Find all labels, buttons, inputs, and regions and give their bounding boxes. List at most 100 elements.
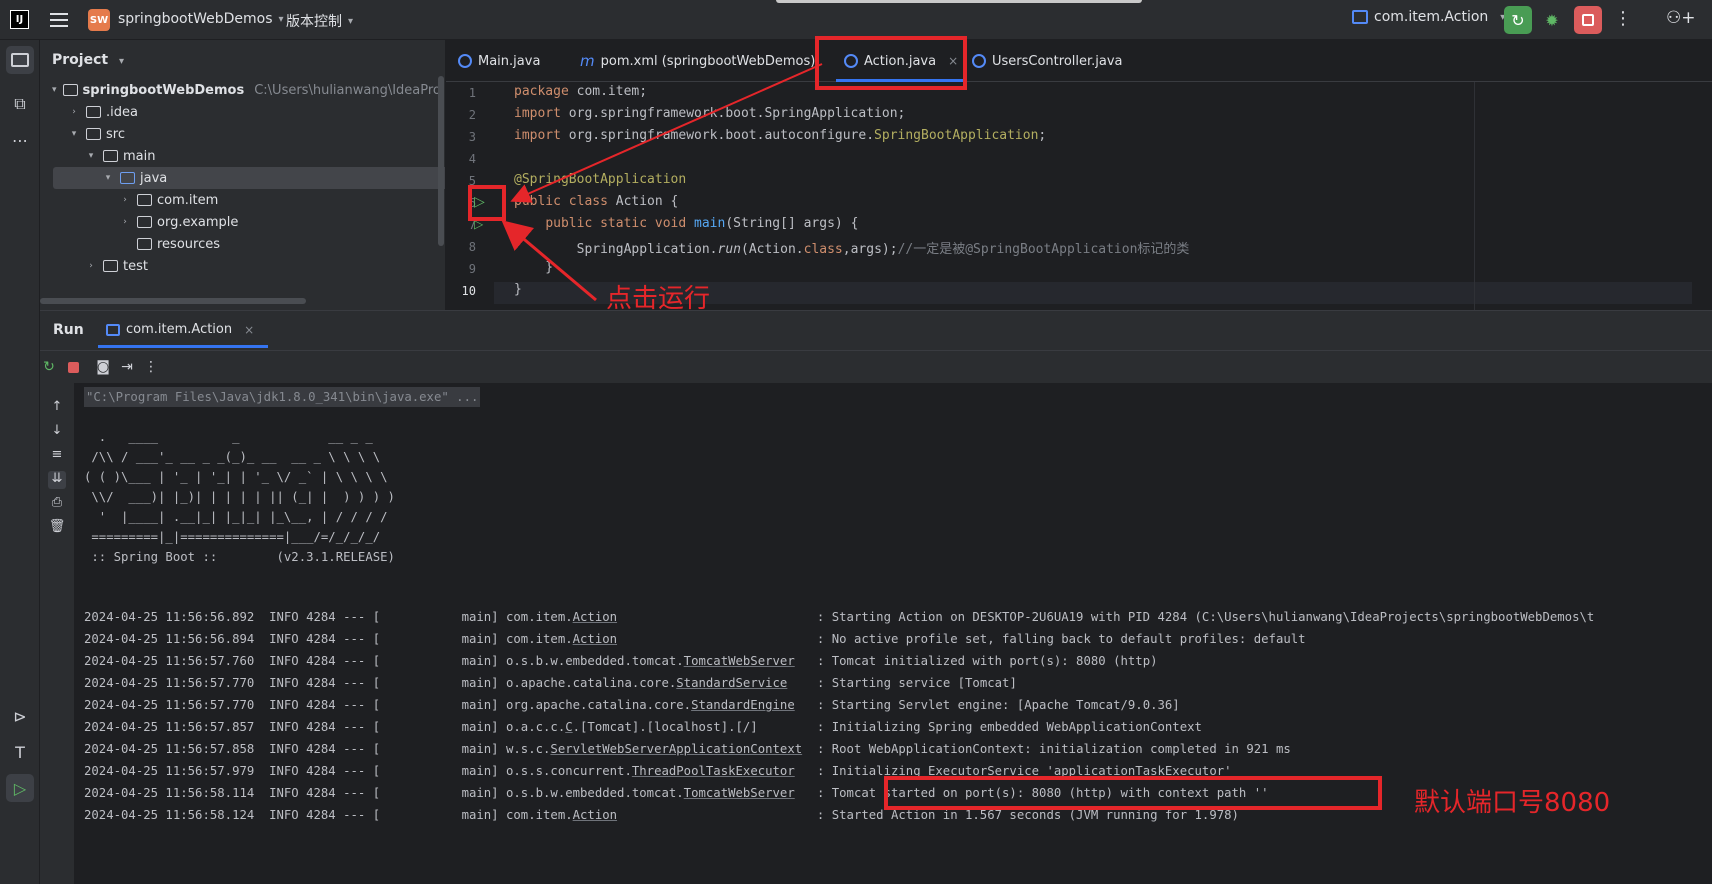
project-tool-button[interactable]	[6, 46, 34, 74]
tree-item-label: springbootWebDemos	[82, 82, 245, 98]
code-line: import org.springframework.boot.autoconf…	[514, 128, 1047, 143]
folder-icon	[103, 260, 118, 272]
tree-item-label: main	[123, 148, 156, 164]
run-toolbar: ↻ ◙ ⇥ ⋮	[40, 351, 1712, 383]
tree-item-label: org.example	[157, 214, 239, 230]
line-number: 9	[468, 262, 476, 276]
chevron-right-icon: ›	[123, 217, 127, 227]
main-menu-icon[interactable]	[50, 11, 68, 29]
tab-main-java[interactable]: Main.java	[458, 40, 540, 82]
debug-icon[interactable]: ✹	[1540, 8, 1564, 32]
run-config-icon	[1352, 10, 1368, 24]
tab-users-controller[interactable]: UsersController.java	[972, 40, 1123, 82]
log-line: 2024-04-25 11:56:57.770 INFO 4284 --- [ …	[84, 698, 1180, 712]
chevron-down-icon: ▾	[118, 56, 124, 67]
rerun-button[interactable]: ↻	[1504, 6, 1532, 34]
project-switcher[interactable]: springbootWebDemos ▾	[118, 11, 284, 27]
line-number: 4	[468, 152, 476, 166]
banner-line: \\/ ___)| |_)| | | | | || (_| | ) ) ) )	[84, 490, 395, 504]
chevron-down-icon: ▾	[88, 151, 94, 161]
tree-item-root[interactable]: ▾ springbootWebDemos C:\Users\hulianwang…	[40, 79, 445, 101]
code-line: import org.springframework.boot.SpringAp…	[514, 106, 906, 121]
arrow-up-icon[interactable]: ↑	[48, 399, 66, 417]
arrow-down-icon[interactable]: ↓	[48, 423, 66, 441]
chevron-down-icon: ▾	[52, 85, 57, 95]
banner-line: ( ( )\___ | '_ | '_| | '_ \/ _` | \ \ \ …	[84, 470, 388, 484]
vcs-menu[interactable]: 版本控制 ▾	[286, 11, 353, 31]
tree-item-main[interactable]: ▾ main	[40, 145, 432, 167]
stop-button[interactable]	[1574, 6, 1602, 34]
soft-wrap-icon[interactable]: ≡	[48, 447, 66, 465]
tree-item-src[interactable]: ▾ src	[40, 123, 432, 145]
line-number: 3	[468, 130, 476, 144]
more-actions-icon[interactable]: ⋮	[1614, 8, 1632, 29]
terminal-tool-button[interactable]: T	[6, 738, 34, 766]
right-margin-guide	[1474, 82, 1475, 310]
tree-item-resources[interactable]: resources	[40, 233, 432, 255]
class-icon	[972, 54, 986, 68]
export-icon[interactable]: ⇥	[118, 358, 136, 376]
chevron-right-icon: ›	[123, 195, 127, 205]
print-icon[interactable]: ⎙	[48, 495, 66, 513]
banner-line: /\\ / ___'_ __ _ _(_)_ __ __ _ \ \ \ \	[84, 450, 381, 464]
console-side-toolbar: ↑ ↓ ≡ ⇊ ⎙ 🗑	[40, 383, 74, 884]
tree-item-org-example[interactable]: › org.example	[40, 211, 432, 233]
maven-icon: m	[580, 52, 595, 70]
app-logo: IJ	[10, 10, 29, 29]
folder-icon	[11, 53, 29, 67]
services-tool-button[interactable]: ⊳	[6, 702, 34, 730]
module-icon	[62, 84, 78, 96]
structure-tool-button[interactable]: ⧉	[6, 90, 34, 118]
code-line: public class Action {	[514, 194, 679, 209]
tree-item-java[interactable]: ▾ java	[53, 167, 445, 189]
log-line: 2024-04-25 11:56:57.770 INFO 4284 --- [ …	[84, 676, 1017, 690]
line-number: 8	[468, 240, 476, 254]
project-panel-title[interactable]: Project ▾	[52, 52, 124, 68]
tab-pom-xml[interactable]: m pom.xml (springbootWebDemos)	[580, 40, 815, 82]
line-number: 2	[468, 108, 476, 122]
annotation-default-port: 默认端口号8080	[1414, 788, 1611, 818]
rerun-icon[interactable]: ↻	[40, 358, 58, 376]
code-with-me-icon[interactable]: ⚇+	[1666, 8, 1695, 28]
search-everywhere-handle[interactable]	[776, 0, 1142, 3]
run-config-selector[interactable]: com.item.Action ▾	[1352, 9, 1505, 25]
stop-icon[interactable]	[64, 358, 82, 376]
run-tab-com-item-action[interactable]: com.item.Action ×	[97, 322, 269, 348]
tree-item-test[interactable]: › test	[40, 255, 432, 277]
run-tool-button[interactable]: ▷	[6, 774, 34, 802]
more-icon[interactable]: ⋮	[142, 358, 160, 376]
chevron-down-icon: ▾	[71, 129, 77, 139]
tree-item-com-item[interactable]: › com.item	[40, 189, 432, 211]
tool-window-strip: ⧉ ⋯ ⊳ T ▷	[0, 40, 40, 884]
camera-icon[interactable]: ◙	[94, 358, 112, 376]
project-scrollbar-vertical[interactable]	[438, 76, 444, 246]
line-number: 1	[468, 86, 476, 100]
highlight-run-gutter	[468, 185, 506, 221]
run-config-icon	[106, 323, 120, 336]
tree-item-idea[interactable]: › .idea	[40, 101, 432, 123]
chevron-down-icon: ▾	[348, 15, 354, 27]
source-folder-icon	[120, 172, 135, 184]
tree-item-label: com.item	[157, 192, 219, 208]
class-icon	[458, 54, 472, 68]
log-line: 2024-04-25 11:56:57.760 INFO 4284 --- [ …	[84, 654, 1158, 668]
tree-item-label: src	[106, 126, 125, 142]
project-panel: Project ▾ ▾ springbootWebDemos C:\Users\…	[40, 40, 445, 310]
highlight-port-line	[884, 776, 1382, 810]
trash-icon[interactable]: 🗑	[48, 519, 66, 537]
folder-icon	[103, 150, 118, 162]
editor-tabs: Main.java m pom.xml (springbootWebDemos)…	[446, 40, 1712, 82]
more-tools-button[interactable]: ⋯	[6, 126, 34, 154]
tree-item-label: test	[123, 258, 148, 274]
scroll-to-end-icon[interactable]: ⇊	[48, 471, 66, 489]
code-line: public static void main(String[] args) {	[545, 216, 859, 231]
close-icon[interactable]: ×	[244, 323, 254, 337]
run-panel-title: Run	[53, 322, 84, 338]
console-command-line: "C:\Program Files\Java\jdk1.8.0_341\bin\…	[84, 387, 481, 407]
banner-line: =========|_|==============|___/=/_/_/_/	[84, 530, 381, 544]
tab-label: pom.xml (springbootWebDemos)	[600, 53, 816, 69]
project-scrollbar-horizontal[interactable]	[40, 298, 306, 304]
project-badge[interactable]: SW	[88, 9, 110, 31]
folder-icon	[86, 128, 101, 140]
annotation-click-run: 点击运行	[606, 284, 711, 314]
